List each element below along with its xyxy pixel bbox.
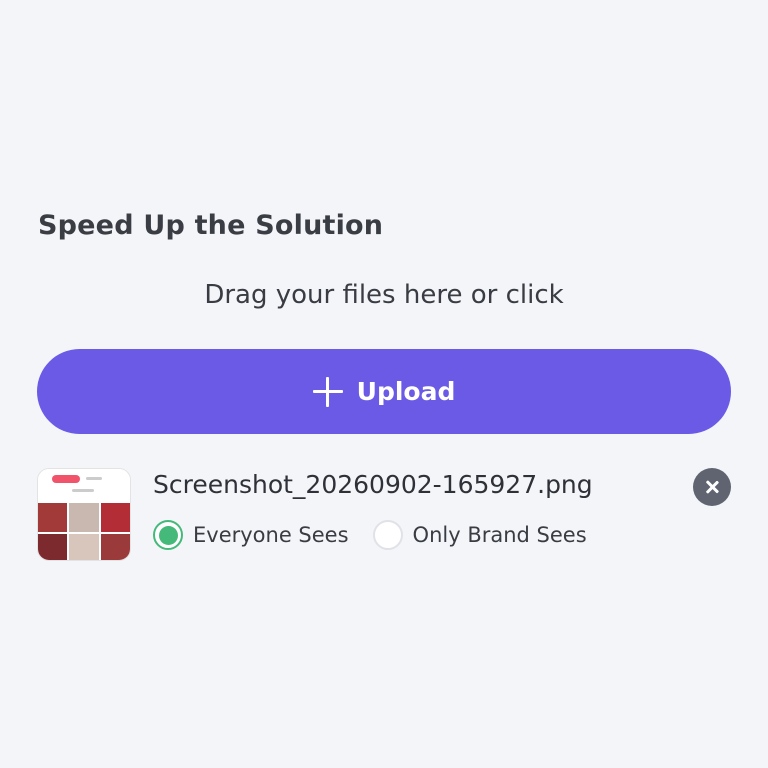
radio-checked-icon[interactable] xyxy=(153,520,183,550)
thumbnail-grid xyxy=(38,503,130,560)
radio-unchecked-icon[interactable] xyxy=(372,520,403,550)
thumbnail-cell xyxy=(100,503,130,532)
file-thumbnail xyxy=(37,468,131,561)
close-icon xyxy=(705,480,719,494)
plus-icon xyxy=(312,376,343,407)
thumbnail-cell xyxy=(69,533,99,560)
thumbnail-cell xyxy=(69,503,99,532)
radio-label-everyone: Everyone Sees xyxy=(193,523,349,547)
thumbnail-header xyxy=(38,469,130,503)
radio-everyone-sees[interactable]: Everyone Sees xyxy=(153,520,349,550)
radio-only-brand-sees[interactable]: Only Brand Sees xyxy=(372,520,587,550)
section-title: Speed Up the Solution xyxy=(38,210,384,241)
thumbnail-cell xyxy=(38,533,68,560)
thumbnail-line xyxy=(72,489,94,492)
file-name: Screenshot_20260902-165927.png xyxy=(153,470,593,499)
radio-label-brand: Only Brand Sees xyxy=(412,523,587,547)
visibility-radio-group: Everyone Sees Only Brand Sees xyxy=(153,520,611,550)
uploaded-file-row: Screenshot_20260902-165927.png Everyone … xyxy=(37,468,731,561)
upload-label: Upload xyxy=(356,377,456,406)
thumbnail-cell xyxy=(100,533,130,560)
thumbnail-line xyxy=(86,477,102,480)
thumbnail-cell xyxy=(38,503,68,532)
drag-hint[interactable]: Drag your files here or click xyxy=(0,280,768,310)
remove-file-button[interactable] xyxy=(693,468,731,506)
upload-button[interactable]: Upload xyxy=(37,349,731,434)
thumbnail-pill xyxy=(52,475,80,483)
